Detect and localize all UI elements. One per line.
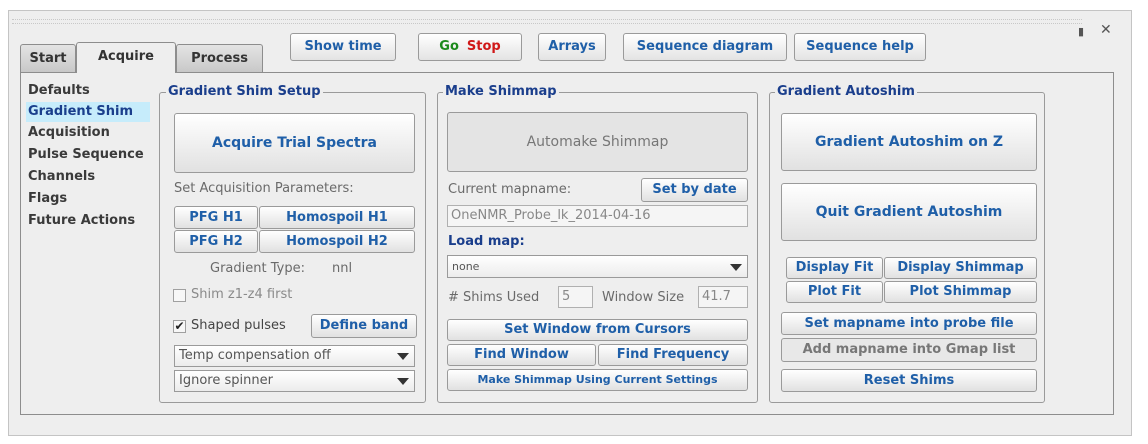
sidebar-item-flags[interactable]: Flags — [26, 189, 67, 209]
sequence-diagram-button[interactable]: Sequence diagram — [623, 33, 787, 61]
close-icon[interactable]: ✕ — [1100, 22, 1112, 38]
sidebar-item-acquisition[interactable]: Acquisition — [26, 123, 110, 143]
acquire-trial-spectra-button[interactable]: Acquire Trial Spectra — [174, 113, 415, 173]
pfg-h2-button[interactable]: PFG H2 — [174, 230, 258, 253]
shim-z1-z4-checkbox[interactable] — [173, 289, 186, 302]
quit-gradient-autoshim-button[interactable]: Quit Gradient Autoshim — [781, 183, 1037, 241]
arrays-button[interactable]: Arrays — [538, 33, 606, 61]
tab-acquire[interactable]: Acquire — [76, 42, 176, 73]
make-shimmap-current-settings-button[interactable]: Make Shimmap Using Current Settings — [447, 369, 748, 391]
find-frequency-button[interactable]: Find Frequency — [598, 344, 748, 366]
show-time-button[interactable]: Show time — [290, 33, 396, 61]
spinner-select[interactable]: Ignore spinner — [174, 370, 415, 392]
gradient-type-label: Gradient Type: — [210, 261, 305, 276]
mapname-field[interactable]: OneNMR_Probe_lk_2014-04-16 — [447, 205, 748, 227]
stop-button[interactable]: Stop — [467, 39, 501, 54]
plot-fit-button[interactable]: Plot Fit — [786, 281, 883, 303]
set-by-date-button[interactable]: Set by date — [641, 178, 748, 202]
pfg-h1-button[interactable]: PFG H1 — [174, 206, 258, 229]
shims-used-label: # Shims Used — [448, 290, 540, 305]
gradient-type-value: nnl — [332, 261, 353, 276]
display-shimmap-button[interactable]: Display Shimmap — [884, 257, 1037, 279]
set-mapname-probe-file-button[interactable]: Set mapname into probe file — [781, 312, 1037, 335]
chevron-down-icon — [397, 353, 409, 360]
load-map-value: none — [452, 260, 480, 273]
display-fit-button[interactable]: Display Fit — [786, 257, 883, 279]
chevron-down-icon — [397, 378, 409, 385]
load-map-label: Load map: — [448, 234, 525, 249]
window-size-field[interactable]: 41.7 — [698, 286, 748, 308]
load-map-select[interactable]: none — [447, 255, 748, 278]
spinner-value: Ignore spinner — [179, 373, 273, 388]
shaped-pulses-label: Shaped pulses — [191, 318, 286, 333]
tab-start[interactable]: Start — [20, 44, 76, 72]
pin-icon[interactable]: ▮ — [1078, 25, 1084, 38]
shaped-pulses-checkbox[interactable]: ✔ — [173, 320, 186, 333]
find-window-button[interactable]: Find Window — [447, 344, 596, 366]
go-stop-buttons: Go Stop — [418, 33, 522, 61]
go-button[interactable]: Go — [439, 39, 459, 54]
title-strip — [12, 19, 1082, 24]
sidebar-item-gradient-shim[interactable]: Gradient Shim — [26, 102, 150, 122]
temp-compensation-select[interactable]: Temp compensation off — [174, 345, 415, 367]
current-mapname-label: Current mapname: — [448, 182, 572, 197]
reset-shims-button[interactable]: Reset Shims — [781, 369, 1037, 392]
set-acquisition-params-label: Set Acquisition Parameters: — [174, 181, 354, 196]
set-window-from-cursors-button[interactable]: Set Window from Cursors — [447, 319, 748, 341]
shim-z1-z4-label: Shim z1-z4 first — [191, 287, 293, 302]
tab-process[interactable]: Process — [176, 44, 263, 72]
sidebar-item-pulse-sequence[interactable]: Pulse Sequence — [26, 145, 144, 165]
sidebar-item-defaults[interactable]: Defaults — [26, 81, 90, 101]
window-size-label: Window Size — [602, 290, 685, 305]
temp-compensation-value: Temp compensation off — [179, 348, 331, 363]
chevron-down-icon — [730, 263, 742, 271]
add-mapname-gmap-list-button[interactable]: Add mapname into Gmap list — [781, 338, 1037, 362]
sequence-help-button[interactable]: Sequence help — [794, 33, 926, 61]
homospoil-h2-button[interactable]: Homospoil H2 — [259, 230, 415, 253]
plot-shimmap-button[interactable]: Plot Shimmap — [884, 281, 1037, 303]
define-band-button[interactable]: Define band — [311, 314, 417, 338]
gradient-autoshim-z-button[interactable]: Gradient Autoshim on Z — [781, 113, 1037, 171]
sidebar-item-channels[interactable]: Channels — [26, 167, 95, 187]
make-shimmap-title: Make Shimmap — [443, 84, 559, 100]
sidebar-item-future-actions[interactable]: Future Actions — [26, 211, 135, 231]
shims-used-field[interactable]: 5 — [558, 286, 593, 308]
gradient-autoshim-title: Gradient Autoshim — [775, 84, 917, 100]
automake-shimmap-button[interactable]: Automake Shimmap — [447, 112, 748, 172]
homospoil-h1-button[interactable]: Homospoil H1 — [259, 206, 415, 229]
gradient-shim-setup-title: Gradient Shim Setup — [166, 84, 323, 100]
